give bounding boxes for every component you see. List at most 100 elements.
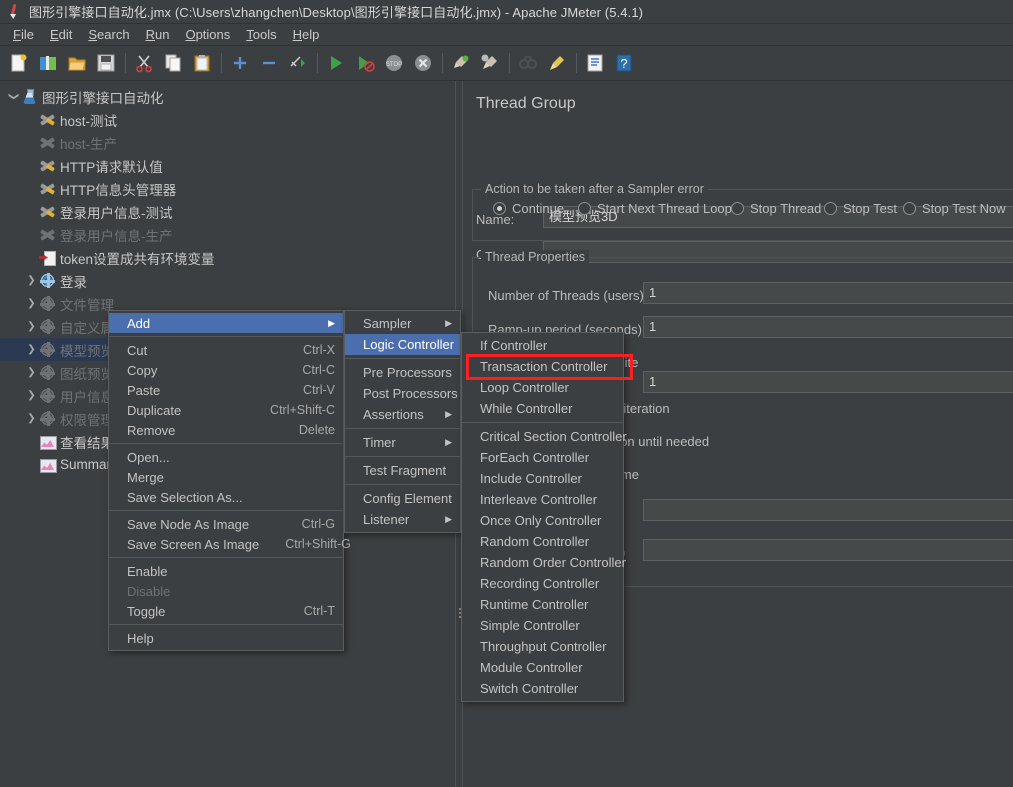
chevron-right-icon[interactable]: ❯ [24,390,39,401]
menu-file[interactable]: File [5,25,42,44]
sampler-error-group-title: Action to be taken after a Sampler error [481,182,708,196]
menu-item-open[interactable]: Open... [109,447,343,467]
tree-node[interactable]: host-生产 [0,131,455,154]
loop-count-input[interactable]: 1 [643,371,1013,393]
chevron-right-icon[interactable]: ❯ [24,275,39,286]
tree-node[interactable]: 登录用户信息-测试 [0,200,455,223]
radio-start-next-thread-loop[interactable]: Start Next Thread Loop [578,201,732,216]
menu-item-switch-controller[interactable]: Switch Controller [462,678,623,699]
tree-context-menu[interactable]: Add ▶ Cut Ctrl-X Copy Ctrl-C Paste Ctrl-V Duplic… [108,310,351,651]
tree-node[interactable]: HTTP请求默认值 [0,154,455,177]
search-reset-icon[interactable] [544,50,570,76]
menu-item-test-fragment[interactable]: Test Fragment▶ [345,460,473,481]
toggle-icon[interactable] [285,50,311,76]
collapse-all-icon[interactable] [256,50,282,76]
tree-node[interactable]: HTTP信息头管理器 [0,177,455,200]
clear-icon[interactable] [448,50,474,76]
chevron-right-icon[interactable]: ❯ [24,413,39,424]
menu-item-save-screen-as-image[interactable]: Save Screen As Image Ctrl+Shift-G [109,534,351,554]
number-of-threads-input[interactable]: 1 [643,282,1013,304]
menu-options[interactable]: Options [177,25,238,44]
menu-run[interactable]: Run [138,25,178,44]
search-icon[interactable] [515,50,541,76]
menu-item-interleave-controller[interactable]: Interleave Controller [462,489,623,510]
new-test-plan-icon[interactable] [6,50,32,76]
tree-node[interactable]: host-测试 [0,108,455,131]
menu-item-pre-processors[interactable]: Pre Processors▶ [345,362,479,383]
menu-item-post-processors[interactable]: Post Processors▶ [345,383,485,404]
menu-edit[interactable]: Edit [42,25,80,44]
add-submenu[interactable]: Sampler▶Logic Controller▶ Pre Processors▶… [344,310,485,533]
menu-item-foreach-controller[interactable]: ForEach Controller [462,447,623,468]
radio-stop-thread[interactable]: Stop Thread [731,201,821,216]
menu-item-while-controller[interactable]: While Controller [462,398,623,419]
menu-item-timer[interactable]: Timer ▶ [345,432,460,453]
duration-input[interactable] [643,499,1013,521]
menu-item-throughput-controller[interactable]: Throughput Controller [462,636,623,657]
paste-icon[interactable] [189,50,215,76]
menu-item-save-node-as-image[interactable]: Save Node As Image Ctrl-G [109,514,343,534]
menu-item-accelerator: Ctrl-G [301,517,335,531]
chevron-right-icon[interactable]: ❯ [24,367,39,378]
menu-item-transaction-controller[interactable]: Transaction Controller [462,356,623,377]
tree-node[interactable]: token设置成共有环境变量 [0,246,455,269]
tree-node[interactable]: 登录用户信息-生产 [0,223,455,246]
copy-icon[interactable] [160,50,186,76]
menu-item-random-controller[interactable]: Random Controller [462,531,623,552]
menu-help[interactable]: Help [285,25,328,44]
start-icon[interactable] [323,50,349,76]
clear-all-icon[interactable] [477,50,503,76]
menu-search[interactable]: Search [80,25,137,44]
menu-item-save-selection-as[interactable]: Save Selection As... [109,487,343,507]
tree-node-label: HTTP请求默认值 [60,159,163,175]
menu-item-random-order-controller[interactable]: Random Order Controller [462,552,626,573]
radio-stop-test[interactable]: Stop Test [824,201,897,216]
menu-item-remove[interactable]: Remove Delete [109,420,343,440]
menu-item-once-only-controller[interactable]: Once Only Controller [462,510,623,531]
menu-item-merge[interactable]: Merge [109,467,343,487]
menu-item-copy[interactable]: Copy Ctrl-C [109,360,343,380]
open-icon[interactable] [64,50,90,76]
menu-item-assertions[interactable]: Assertions ▶ [345,404,460,425]
menu-item-critical-section-controller[interactable]: Critical Section Controller [462,426,627,447]
chevron-right-icon[interactable]: ❯ [24,321,39,332]
logic-controller-submenu[interactable]: If Controller Transaction Controller Loop … [461,332,627,702]
menu-item-sampler[interactable]: Sampler ▶ [345,313,460,334]
chevron-down-icon[interactable]: ❯ [8,89,19,104]
menu-item-runtime-controller[interactable]: Runtime Controller [462,594,623,615]
help-icon[interactable]: ? [611,50,637,76]
templates-icon[interactable] [35,50,61,76]
menu-item-cut[interactable]: Cut Ctrl-X [109,340,343,360]
ramp-up-period-input[interactable]: 1 [643,316,1013,338]
menu-item-if-controller[interactable]: If Controller [462,335,623,356]
menu-item-loop-controller[interactable]: Loop Controller [462,377,623,398]
tree-node[interactable]: ❯ 登录 [0,269,455,292]
menu-item-help[interactable]: Help [109,628,343,648]
menu-item-recording-controller[interactable]: Recording Controller [462,573,623,594]
chevron-right-icon[interactable]: ❯ [24,298,39,309]
menu-tools[interactable]: Tools [238,25,284,44]
tree-node[interactable]: ❯ 图形引擎接口自动化 [0,85,455,108]
menu-item-simple-controller[interactable]: Simple Controller [462,615,623,636]
menu-item-module-controller[interactable]: Module Controller [462,657,623,678]
shutdown-icon[interactable] [410,50,436,76]
menu-item-include-controller[interactable]: Include Controller [462,468,623,489]
expand-all-icon[interactable] [227,50,253,76]
menu-item-add[interactable]: Add ▶ [109,313,343,333]
function-helper-icon[interactable] [582,50,608,76]
menu-item-config-element[interactable]: Config Element▶ [345,488,479,509]
menu-item-enable[interactable]: Enable [109,561,343,581]
menu-item-listener[interactable]: Listener ▶ [345,509,460,530]
menu-item-paste[interactable]: Paste Ctrl-V [109,380,343,400]
cut-icon[interactable] [131,50,157,76]
menu-item-duplicate[interactable]: Duplicate Ctrl+Shift-C [109,400,343,420]
menu-item-toggle[interactable]: Toggle Ctrl-T [109,601,343,621]
stop-icon[interactable]: STOP [381,50,407,76]
save-icon[interactable] [93,50,119,76]
radio-continue[interactable]: Continue [493,201,564,216]
start-no-timers-icon[interactable] [352,50,378,76]
radio-stop-test-now[interactable]: Stop Test Now [903,201,1006,216]
menu-item-logic-controller[interactable]: Logic Controller▶ [345,334,481,355]
startup-delay-input[interactable] [643,539,1013,561]
chevron-right-icon[interactable]: ❯ [24,344,39,355]
